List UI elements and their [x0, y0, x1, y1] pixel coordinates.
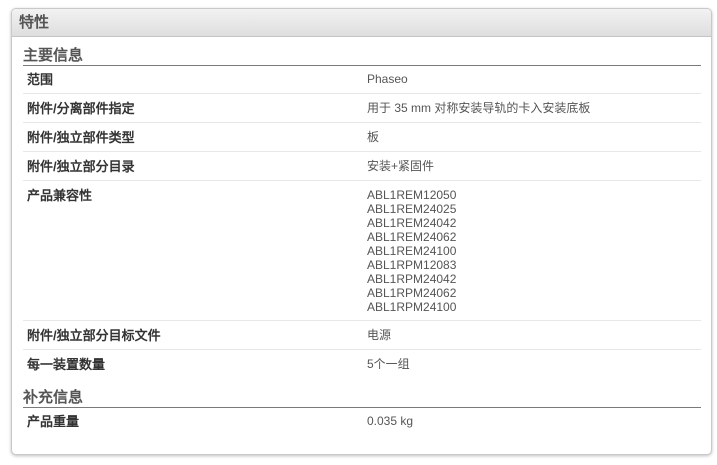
compatibility-item: ABL1RPM24062	[367, 286, 457, 300]
row-label: 产品兼容性	[27, 188, 93, 203]
row-label: 每一装置数量	[27, 357, 106, 372]
row-value: 0.035 kg	[367, 414, 414, 428]
compatibility-item: ABL1RPM24042	[367, 272, 457, 286]
compatibility-item: ABL1REM24042	[367, 216, 457, 230]
table-row: 产品重量 0.035 kg	[23, 408, 701, 435]
table-row: 附件/独立部分目录 安装+紧固件	[23, 152, 701, 181]
compatibility-list: ABL1REM12050 ABL1REM24025 ABL1REM24042 A…	[367, 188, 701, 314]
compatibility-item: ABL1RPM24100	[367, 300, 457, 314]
row-value: 5个一组	[367, 357, 410, 371]
row-label: 产品重量	[27, 414, 80, 429]
row-value: 电源	[367, 328, 392, 342]
table-row: 每一装置数量 5个一组	[23, 350, 701, 378]
section-title-supplementary-info: 补充信息	[23, 388, 701, 408]
table-row: 附件/独立部分目标文件 电源	[23, 321, 701, 350]
row-label: 附件/独立部分目标文件	[27, 328, 161, 343]
table-row: 附件/分离部件指定 用于 35 mm 对称安装导轨的卡入安装底板	[23, 94, 701, 123]
compatibility-item: ABL1REM24062	[367, 230, 457, 244]
compatibility-item: ABL1RPM12083	[367, 258, 457, 272]
row-value: Phaseo	[367, 72, 408, 86]
row-value: 安装+紧固件	[367, 159, 435, 173]
table-row: 产品兼容性 ABL1REM12050 ABL1REM24025 ABL1REM2…	[23, 181, 701, 321]
panel-title: 特性	[12, 9, 711, 37]
characteristics-panel: 特性 主要信息 范围 Phaseo 附件/分离部件指定 用于 35 mm 对称安…	[11, 8, 712, 455]
row-value: 用于 35 mm 对称安装导轨的卡入安装底板	[367, 101, 591, 115]
row-label: 附件/独立部分目录	[27, 159, 135, 174]
compatibility-item: ABL1REM12050	[367, 188, 457, 202]
table-row: 范围 Phaseo	[23, 66, 701, 94]
section-title-main-info: 主要信息	[23, 46, 701, 66]
row-label: 附件/分离部件指定	[27, 101, 135, 116]
row-label: 范围	[27, 72, 54, 87]
compatibility-item: ABL1REM24100	[367, 244, 457, 258]
row-value: 板	[367, 130, 380, 144]
compatibility-item: ABL1REM24025	[367, 202, 457, 216]
row-label: 附件/独立部件类型	[27, 130, 135, 145]
table-row: 附件/独立部件类型 板	[23, 123, 701, 152]
